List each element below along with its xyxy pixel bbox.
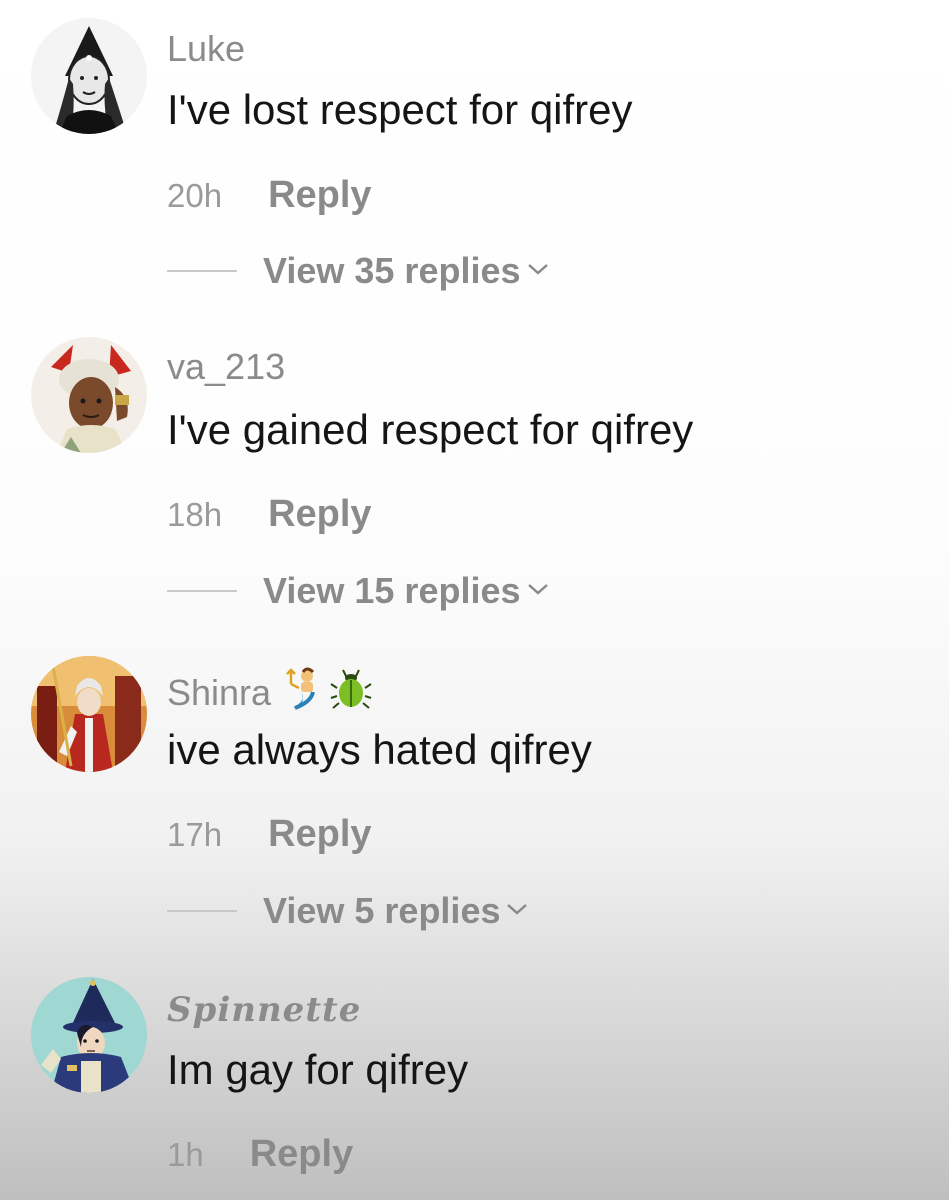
beetle-emoji-icon <box>329 666 373 719</box>
comment-body: Im gay for <box>167 1046 366 1093</box>
mention-link[interactable]: qifrey <box>365 1046 468 1093</box>
comment-text: I've gained respect for qifrey <box>167 406 693 454</box>
timestamp: 20h <box>167 177 223 214</box>
wizard-hat-character-avatar-icon <box>31 977 147 1093</box>
comment-meta: 17h Reply <box>167 813 372 856</box>
username-label: va_213 <box>167 346 286 387</box>
chevron-down-icon <box>527 262 549 281</box>
comment-text: I've lost respect for qifrey <box>167 86 633 134</box>
username-emojis <box>281 666 373 719</box>
view-replies-button[interactable]: View 15 replies <box>167 570 549 612</box>
username-label: Spinnette <box>167 990 362 1030</box>
comment-username[interactable]: Luke <box>167 28 245 70</box>
reply-button[interactable]: Reply <box>250 1133 353 1176</box>
comment-text: Im gay for qifrey <box>167 1046 468 1094</box>
chevron-down-icon <box>527 582 549 601</box>
timestamp: 1h <box>167 1136 204 1173</box>
reply-button[interactable]: Reply <box>268 174 371 217</box>
comment-text: ive always hated qifrey <box>167 726 592 774</box>
mention-link[interactable]: qifrey <box>591 406 694 453</box>
avatar[interactable] <box>31 656 147 772</box>
mention-link[interactable]: qifrey <box>489 726 592 773</box>
divider <box>167 270 237 272</box>
red-haired-character-avatar-icon <box>31 337 147 453</box>
comment-body: I've gained respect for <box>167 406 591 453</box>
comment-username[interactable]: va_213 <box>167 346 285 388</box>
comment-username[interactable]: Spinnette <box>167 990 361 1030</box>
avatar[interactable] <box>31 18 147 134</box>
avatar[interactable] <box>31 337 147 453</box>
username-label: Shinra <box>167 671 272 713</box>
avatar[interactable] <box>31 977 147 1093</box>
comment-body: I've lost respect for <box>167 86 530 133</box>
hooded-character-avatar-icon <box>31 18 147 134</box>
red-armored-character-avatar-icon <box>31 656 147 772</box>
reply-button[interactable]: Reply <box>268 813 371 856</box>
view-replies-label: View 15 replies <box>263 570 521 611</box>
view-replies-button[interactable]: View 35 replies <box>167 250 549 292</box>
comment-meta: 18h Reply <box>167 493 372 536</box>
divider <box>167 590 237 592</box>
comment-meta: 20h Reply <box>167 174 372 217</box>
mention-link[interactable]: qifrey <box>530 86 633 133</box>
reply-button[interactable]: Reply <box>268 493 371 536</box>
divider <box>167 910 237 912</box>
timestamp: 17h <box>167 816 223 853</box>
chevron-down-icon <box>506 902 528 921</box>
view-replies-button[interactable]: View 5 replies <box>167 890 528 932</box>
view-replies-label: View 35 replies <box>263 250 521 291</box>
view-replies-label: View 5 replies <box>263 890 501 931</box>
comment-username[interactable]: Shinra <box>167 666 373 719</box>
comment-body: ive always hated <box>167 726 490 773</box>
merman-emoji-icon <box>281 666 325 719</box>
comment-meta: 1h Reply <box>167 1133 353 1176</box>
timestamp: 18h <box>167 496 223 533</box>
username-label: Luke <box>167 28 246 69</box>
